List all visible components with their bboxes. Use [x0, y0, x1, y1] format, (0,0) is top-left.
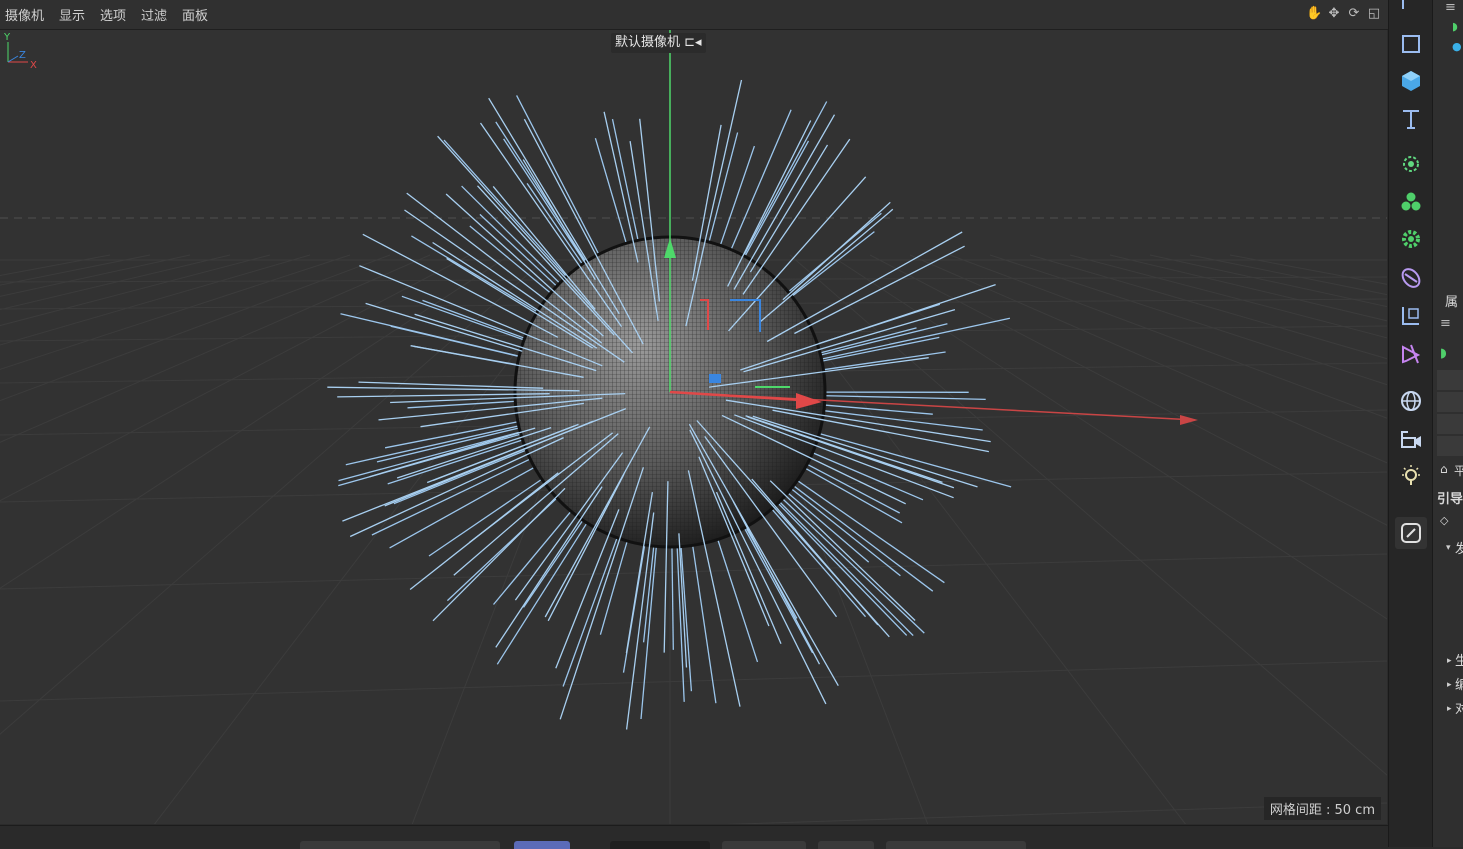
attributes-panel: ≡ ◗ ● 属 ≡ ◗ ⌂ 平 引导 ◇ ▾ 发 ▸ 生 ▸ 编 ▸ 对	[1432, 0, 1463, 847]
x-axis-far-arrow	[1180, 415, 1198, 425]
attributes-tab[interactable]: 属	[1445, 291, 1458, 310]
viewport-nav-icons: ✋ ✥ ⟳ ◱	[1306, 5, 1382, 23]
camera-label[interactable]: 默认摄像机 ⊏◂	[611, 33, 706, 53]
camera-icon[interactable]	[1395, 423, 1427, 455]
row-label-1: 生	[1455, 650, 1463, 669]
gizmo-y-label: Y	[3, 32, 11, 43]
attr-row-1[interactable]	[1437, 370, 1463, 390]
camera-icon: ⊏◂	[684, 35, 701, 50]
light-bulb-icon[interactable]	[1395, 460, 1427, 492]
grid-spacing-info: 网格间距 : 50 cm	[1264, 797, 1381, 820]
attr-row-2[interactable]	[1437, 392, 1463, 412]
gizmo-x-label: X	[30, 60, 37, 70]
gizmo-z-label: Z	[19, 50, 26, 61]
object-icon[interactable]: ◗	[1452, 20, 1458, 33]
menu-panel[interactable]: 面板	[182, 5, 208, 24]
key-buttons[interactable]	[818, 841, 874, 849]
object-dot-icon: ●	[1452, 40, 1462, 53]
row-label-3: 对	[1455, 698, 1463, 717]
lock-icon[interactable]: ⌂	[1440, 462, 1448, 476]
menu-options[interactable]: 选项	[100, 5, 126, 24]
3d-viewport[interactable]: 默认摄像机 ⊏◂ Y Z X 网格间距 : 50 cm	[0, 30, 1387, 824]
expand-arrow-icon[interactable]: ▾	[1446, 543, 1451, 553]
attr-row-4[interactable]	[1437, 436, 1463, 456]
tag-edit-icon[interactable]	[1395, 517, 1427, 549]
playback-controls[interactable]	[300, 841, 500, 849]
globe-environment-icon[interactable]	[1395, 385, 1427, 417]
timeline-tools[interactable]	[886, 841, 1026, 849]
keyframe-diamond-icon[interactable]: ◇	[1440, 514, 1448, 527]
row-label-2: 编	[1455, 674, 1463, 693]
spline-pen-icon[interactable]	[1395, 338, 1427, 370]
effector-gear-icon[interactable]	[1395, 223, 1427, 255]
bone-deformer-icon[interactable]	[1395, 148, 1427, 180]
camera-label-text: 默认摄像机	[615, 35, 680, 50]
viewport-scene	[0, 30, 1387, 824]
attr-object-icon: ◗	[1440, 346, 1447, 361]
collapse-arrow-icon[interactable]: ▸	[1447, 656, 1452, 666]
mode-toggle-group[interactable]	[514, 841, 570, 849]
menu-filter[interactable]: 过滤	[141, 5, 167, 24]
move-camera-icon[interactable]: ✥	[1326, 5, 1342, 23]
scene-hierarchy-icon[interactable]	[1395, 300, 1427, 332]
deformer-icon[interactable]	[1395, 262, 1427, 294]
collapse-arrow-icon[interactable]: ▸	[1447, 680, 1452, 690]
collapse-arrow-icon[interactable]: ▸	[1447, 704, 1452, 714]
hand-pan-icon[interactable]: ✋	[1306, 5, 1322, 23]
cube-icon[interactable]	[1395, 65, 1427, 97]
text-icon[interactable]	[1395, 103, 1427, 135]
z-axis-handle	[709, 374, 721, 383]
rotate-camera-icon[interactable]: ⟳	[1346, 5, 1362, 23]
attr-row-3[interactable]	[1437, 414, 1463, 434]
rectangle-icon[interactable]	[1395, 28, 1427, 60]
select-tool-icon[interactable]	[1395, 0, 1427, 18]
attributes-menu-icon[interactable]: ≡	[1440, 316, 1451, 331]
tool-palette	[1388, 0, 1433, 847]
menu-camera[interactable]: 摄像机	[5, 5, 44, 24]
guide-label: 引导	[1437, 488, 1463, 507]
menu-display[interactable]: 显示	[59, 5, 85, 24]
axis-gizmo: Y Z X	[0, 30, 40, 70]
mograph-cloner-icon[interactable]	[1395, 186, 1427, 218]
frame-field[interactable]	[610, 841, 710, 849]
section-label: 发	[1455, 538, 1463, 557]
bottom-toolbar	[0, 825, 1388, 848]
viewport-menubar: 摄像机 显示 选项 过滤 面板 ✋ ✥ ⟳ ◱	[0, 0, 1388, 30]
misc-label: 平	[1454, 462, 1463, 479]
panel-menu-icon[interactable]: ≡	[1445, 0, 1456, 15]
maximize-view-icon[interactable]: ◱	[1366, 5, 1382, 23]
record-buttons[interactable]	[722, 841, 806, 849]
